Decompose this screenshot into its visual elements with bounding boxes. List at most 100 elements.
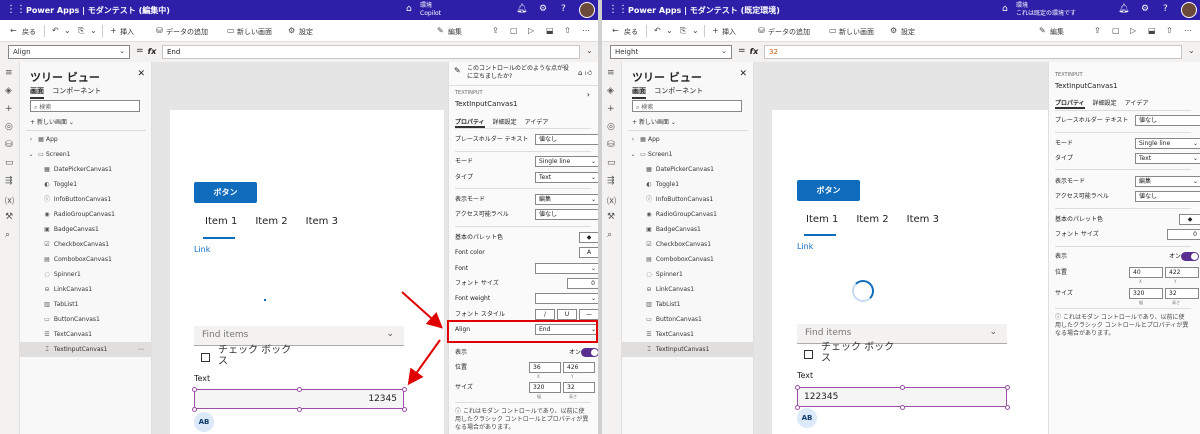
tree-node[interactable]: ⊖ LinkCanvas1 xyxy=(20,282,152,297)
flow-icon[interactable]: ⇶ xyxy=(607,176,615,186)
formula-input[interactable]: End xyxy=(162,45,580,59)
resize-handle[interactable] xyxy=(900,385,905,390)
close-icon[interactable]: ✕ xyxy=(137,69,145,79)
canvas-checkbox[interactable] xyxy=(201,353,210,362)
tab-item-3[interactable]: Item 3 xyxy=(306,216,338,227)
tree-node-screen[interactable]: ⌄ ▭ Screen1 xyxy=(622,147,754,162)
plus-icon[interactable]: + xyxy=(712,26,719,35)
palette-icon[interactable]: ◎ xyxy=(5,122,13,132)
resize-handle[interactable] xyxy=(402,387,407,392)
environment-info[interactable]: 環境 これは既定の環境です xyxy=(1016,2,1076,18)
search-icon[interactable]: ⌕ xyxy=(5,230,10,240)
gear-icon[interactable]: ⚙ xyxy=(288,26,295,35)
database-icon[interactable]: ⛁ xyxy=(607,140,615,150)
resize-handle[interactable] xyxy=(900,405,905,410)
display-mode-dropdown[interactable]: 編集 ⌄ xyxy=(1135,176,1200,187)
height-input[interactable]: 32 xyxy=(563,382,595,393)
pencil-icon[interactable]: ✎ xyxy=(1039,26,1046,35)
tab-screen[interactable]: 画面 xyxy=(632,87,646,99)
chevron-down-icon[interactable]: ⌄ xyxy=(666,26,673,35)
add-data-button[interactable]: データの追加 xyxy=(768,27,810,37)
flow-icon[interactable]: ⇶ xyxy=(5,176,13,186)
tab-item-3[interactable]: Item 3 xyxy=(907,214,939,225)
placeholder-input[interactable]: 値なし xyxy=(535,134,598,145)
fx-icon[interactable]: fx xyxy=(143,45,161,59)
placeholder-input[interactable]: 値なし xyxy=(1135,115,1200,126)
chevron-down-icon[interactable]: ⌄ xyxy=(64,26,71,35)
new-screen-button[interactable]: 新しい画面 xyxy=(839,27,874,37)
font-dropdown[interactable]: ⌄ xyxy=(535,263,598,274)
chevron-down-icon[interactable]: ⌄ xyxy=(586,46,593,55)
tree-node[interactable]: ☰ TextCanvas1 xyxy=(20,327,152,342)
property-dropdown[interactable]: Align ⌄ xyxy=(8,45,130,59)
width-input[interactable]: 320 xyxy=(529,382,561,393)
tree-node[interactable]: ☑ CheckboxCanvas1 xyxy=(622,237,754,252)
canvas-badge[interactable]: AB xyxy=(797,408,817,428)
chevron-down-icon[interactable]: ⌄ xyxy=(692,26,699,35)
add-data-button[interactable]: データの追加 xyxy=(166,27,208,37)
tree-node[interactable]: ☰ TextCanvas1 xyxy=(622,327,754,342)
tree-node-screen[interactable]: ⌄ ▭ Screen1 xyxy=(20,147,152,162)
tab-properties[interactable]: プロパティ xyxy=(455,119,485,128)
resize-handle[interactable] xyxy=(1005,405,1010,410)
settings-button[interactable]: 設定 xyxy=(299,27,313,37)
resize-handle[interactable] xyxy=(192,387,197,392)
insert-button[interactable]: 挿入 xyxy=(722,27,736,37)
mode-dropdown[interactable]: Single line ⌄ xyxy=(1135,138,1200,149)
layers-icon[interactable]: ◈ xyxy=(5,86,12,96)
canvas-link[interactable]: Link xyxy=(194,245,210,254)
visible-toggle[interactable] xyxy=(581,348,598,357)
tools-icon[interactable]: ⚒ xyxy=(607,212,615,222)
new-screen-button[interactable]: + 新しい画面 ⌄ xyxy=(632,117,676,126)
tab-ideas[interactable]: アイデア xyxy=(1125,100,1149,107)
more-icon[interactable]: ⋯ xyxy=(582,26,590,35)
tab-item-1[interactable]: Item 1 xyxy=(806,214,838,225)
tree-node[interactable]: ▣ BadgeCanvas1 xyxy=(20,222,152,237)
tree-node[interactable]: ◉ RadioGroupCanvas1 xyxy=(20,207,152,222)
palette-icon[interactable]: ◎ xyxy=(607,122,615,132)
tree-node-app[interactable]: › ▦ App xyxy=(20,132,152,147)
chevron-down-icon[interactable]: ⌄ xyxy=(1188,46,1195,55)
environment-info[interactable]: 環境 Copilot xyxy=(420,2,441,18)
canvas-badge[interactable]: AB xyxy=(194,412,214,432)
avatar[interactable] xyxy=(1181,2,1197,18)
tree-node[interactable]: ◌ Spinner1 xyxy=(20,267,152,282)
back-button[interactable]: 戻る xyxy=(22,27,36,37)
comment-icon[interactable]: ▢ xyxy=(1112,26,1120,35)
app-launcher-icon[interactable]: ⋮⋮ xyxy=(6,4,26,16)
tab-component[interactable]: コンポーネント xyxy=(52,87,101,97)
resize-handle[interactable] xyxy=(1005,385,1010,390)
property-dropdown[interactable]: Height ⌄ xyxy=(610,45,732,59)
media-icon[interactable]: ▭ xyxy=(5,158,14,168)
tree-search-input[interactable]: ⌕ 検索 xyxy=(30,100,140,112)
accessible-label-input[interactable]: 値なし xyxy=(535,209,598,220)
new-screen-button[interactable]: 新しい画面 xyxy=(237,27,272,37)
position-x-input[interactable]: 36 xyxy=(529,362,561,373)
menu-icon[interactable]: ≡ xyxy=(5,68,13,78)
menu-icon[interactable]: ≡ xyxy=(607,68,615,78)
canvas-button[interactable]: ボタン xyxy=(797,180,860,201)
tree-node[interactable]: ⓘ InfoButtonCanvas1 xyxy=(20,192,152,207)
visible-toggle[interactable] xyxy=(1181,252,1199,261)
resize-handle[interactable] xyxy=(795,385,800,390)
database-icon[interactable]: ⛁ xyxy=(5,140,13,150)
close-icon[interactable]: ✕ xyxy=(739,69,747,79)
variables-icon[interactable]: ⒳ xyxy=(607,194,616,207)
underline-button[interactable]: U xyxy=(557,309,577,320)
tree-node[interactable]: ⊖ LinkCanvas1 xyxy=(622,282,754,297)
help-icon[interactable]: ? xyxy=(1163,4,1168,14)
resize-handle[interactable] xyxy=(297,407,302,412)
app-launcher-icon[interactable]: ⋮⋮ xyxy=(608,4,628,16)
variables-icon[interactable]: ⒳ xyxy=(5,194,14,207)
more-icon[interactable]: ⋯ xyxy=(138,342,144,357)
chevron-down-icon[interactable]: ⌄ xyxy=(90,26,97,35)
tree-node[interactable]: ▣ BadgeCanvas1 xyxy=(622,222,754,237)
position-y-input[interactable]: 426 xyxy=(563,362,595,373)
undo-icon[interactable]: ↶ xyxy=(654,26,661,35)
tree-node-app[interactable]: › ▦ App xyxy=(622,132,754,147)
canvas-combobox[interactable]: Find items ⌄ xyxy=(797,324,1007,344)
tree-node[interactable]: ▦ DatePickerCanvas1 xyxy=(622,162,754,177)
font-color-button[interactable]: A xyxy=(579,247,598,258)
layers-icon[interactable]: ◈ xyxy=(607,86,614,96)
pencil-icon[interactable]: ✎ xyxy=(437,26,444,35)
